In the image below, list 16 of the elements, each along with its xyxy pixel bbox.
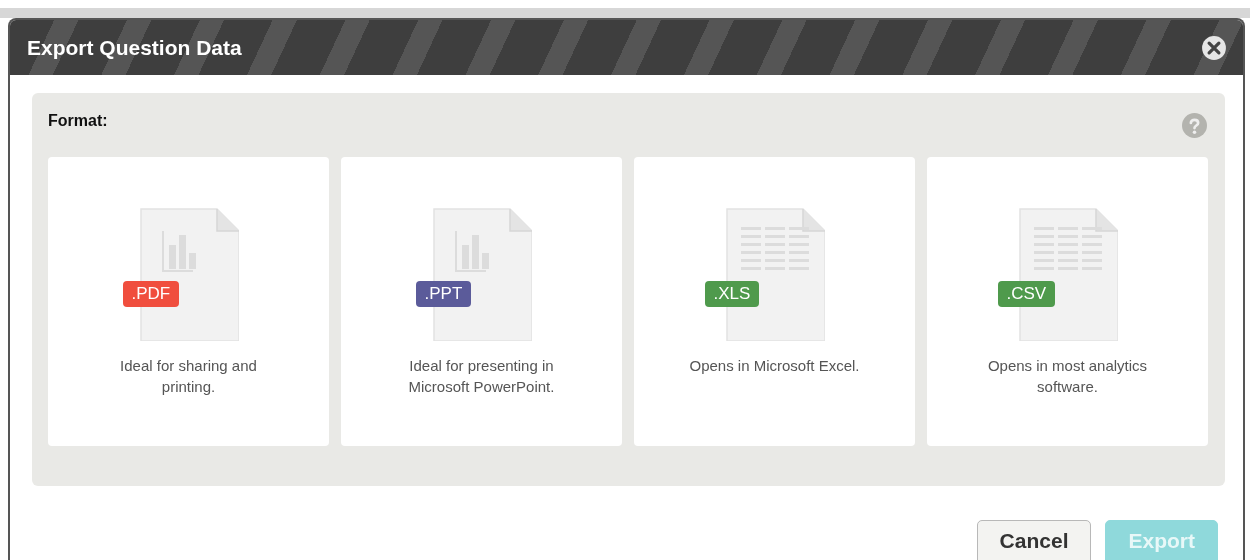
file-type-badge: .PDF [122, 281, 180, 307]
close-icon[interactable] [1201, 34, 1227, 61]
format-description: Opens in most analytics software. [986, 356, 1149, 397]
format-option[interactable]: .PPT Ideal for presenting in Microsoft PowerPoint. [341, 157, 622, 446]
format-option[interactable]: .PDF Ideal for sharing and printing. [48, 157, 329, 446]
format-option[interactable]: .XLS Opens in Microsoft Excel. [634, 157, 915, 446]
format-description: Opens in Microsoft Excel. [688, 356, 861, 376]
format-description: Ideal for presenting in Microsoft PowerPoint. [407, 356, 556, 397]
file-type-badge: .PPT [415, 281, 472, 307]
file-type-badge: .CSV [997, 281, 1056, 307]
dialog-title: Export Question Data [27, 35, 242, 60]
format-label: Format: [48, 112, 108, 130]
format-description: Ideal for sharing and printing. [119, 356, 258, 397]
format-option[interactable]: .CSV Opens in most analytics software. [927, 157, 1208, 446]
file-type-badge: .XLS [704, 281, 760, 307]
cancel-button[interactable]: Cancel [976, 520, 1092, 560]
